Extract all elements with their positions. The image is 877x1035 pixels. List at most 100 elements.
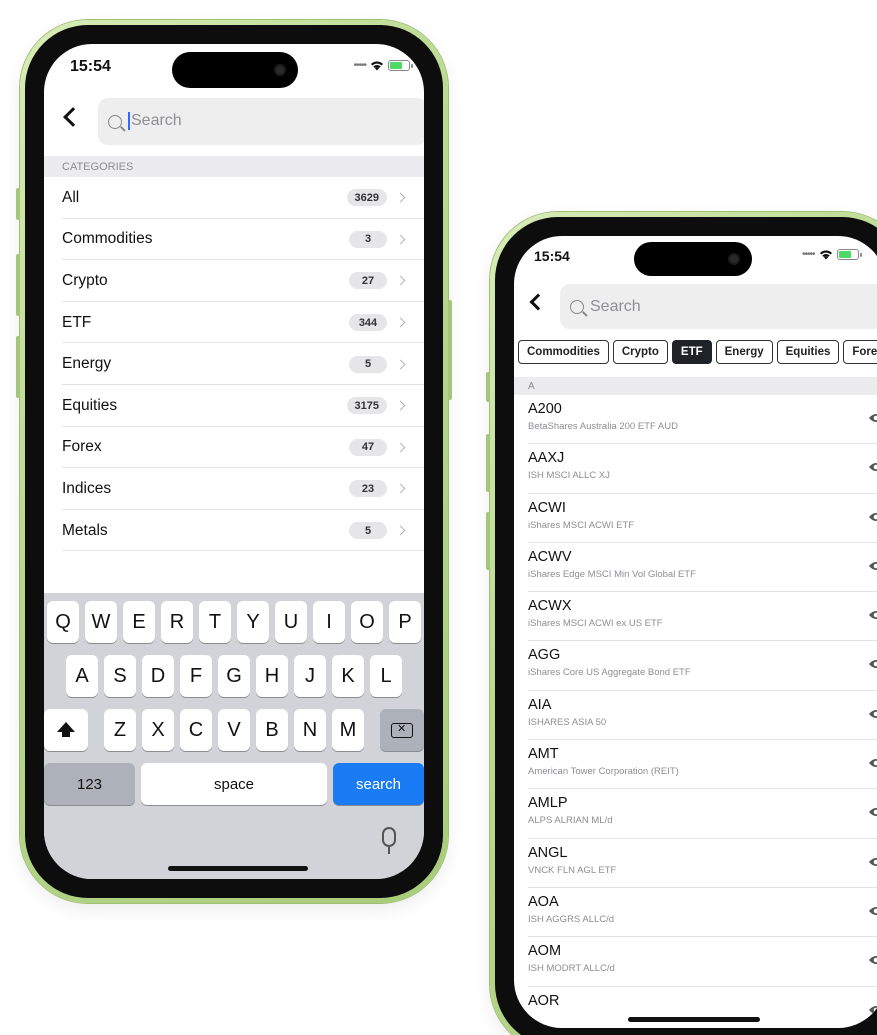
search-input[interactable]: Search — [98, 98, 424, 145]
keyboard-row-2: ASDFGHJKL — [44, 655, 424, 697]
key-a[interactable]: A — [66, 655, 98, 697]
volume-up-button — [16, 254, 20, 316]
key-z[interactable]: Z — [104, 709, 136, 751]
status-time: 15:54 — [70, 58, 111, 75]
search-input[interactable]: Search — [560, 284, 877, 329]
chip-energy[interactable]: Energy — [715, 340, 773, 364]
power-button — [448, 300, 452, 400]
category-row-etf[interactable]: ETF 344 — [44, 302, 424, 344]
chip-equities[interactable]: Equities — [776, 340, 840, 364]
category-row-commodities[interactable]: Commodities 3 — [44, 219, 424, 261]
instrument-row[interactable]: AIA ISHARES ASIA 50 — [514, 691, 877, 741]
battery-icon — [388, 60, 413, 71]
instrument-row[interactable]: AAXJ ISH MSCI ALLC XJ — [514, 444, 877, 494]
key-p[interactable]: P — [389, 601, 421, 643]
instrument-symbol: AMLP — [528, 795, 568, 812]
key-f[interactable]: F — [180, 655, 212, 697]
status-indicators: ••••• — [802, 249, 862, 260]
camera-icon — [274, 64, 286, 76]
key-s[interactable]: S — [104, 655, 136, 697]
search-key[interactable]: search — [333, 763, 424, 805]
instrument-row[interactable]: AOM ISH MODRT ALLC/d — [514, 937, 877, 987]
dynamic-island — [172, 52, 298, 88]
key-w[interactable]: W — [85, 601, 117, 643]
key-x[interactable]: X — [142, 709, 174, 751]
category-row-forex[interactable]: Forex 47 — [44, 427, 424, 469]
watch-eye-icon[interactable] — [868, 1004, 877, 1016]
chevron-right-icon — [395, 192, 406, 203]
category-row-metals[interactable]: Metals 5 — [44, 510, 424, 552]
watch-eye-icon[interactable] — [868, 954, 877, 966]
watch-eye-icon[interactable] — [868, 412, 877, 424]
key-u[interactable]: U — [275, 601, 307, 643]
instrument-row[interactable]: ANGL VNCK FLN AGL ETF — [514, 839, 877, 889]
instrument-symbol: A200 — [528, 401, 562, 417]
numbers-key[interactable]: 123 — [44, 763, 136, 805]
watch-eye-icon[interactable] — [868, 806, 877, 818]
watch-eye-icon[interactable] — [868, 757, 877, 769]
chip-forex[interactable]: Forex — [843, 340, 877, 364]
back-chevron-icon[interactable] — [63, 107, 83, 127]
instrument-row[interactable]: AMT American Tower Corporation (REIT) — [514, 740, 877, 790]
space-key[interactable]: space — [141, 763, 327, 805]
chevron-right-icon — [395, 317, 406, 328]
chip-etf[interactable]: ETF — [671, 340, 712, 364]
watch-eye-icon[interactable] — [868, 511, 877, 523]
instrument-row[interactable]: ACWI iShares MSCI ACWI ETF — [514, 494, 877, 544]
category-row-energy[interactable]: Energy 5 — [44, 343, 424, 385]
category-row-indices[interactable]: Indices 23 — [44, 468, 424, 510]
wifi-icon — [371, 61, 383, 71]
instrument-row[interactable]: AGG iShares Core US Aggregate Bond ETF — [514, 641, 877, 692]
search-placeholder: Search — [590, 297, 641, 315]
watch-eye-icon[interactable] — [868, 658, 877, 670]
key-g[interactable]: G — [218, 655, 250, 697]
key-j[interactable]: J — [294, 655, 326, 697]
home-indicator[interactable] — [628, 1017, 760, 1022]
category-row-all[interactable]: All 3629 — [44, 177, 424, 219]
key-r[interactable]: R — [161, 601, 193, 643]
phone-bezel: 15:54 ••••• Search Commodities Crypto ETF E… — [495, 217, 877, 1035]
category-label: Forex — [62, 438, 102, 456]
watch-eye-icon[interactable] — [868, 461, 877, 473]
search-icon — [570, 299, 584, 314]
category-row-crypto[interactable]: Crypto 27 — [44, 260, 424, 302]
key-k[interactable]: K — [332, 655, 364, 697]
key-c[interactable]: C — [180, 709, 212, 751]
key-i[interactable]: I — [313, 601, 345, 643]
key-l[interactable]: L — [370, 655, 402, 697]
watch-eye-icon[interactable] — [868, 560, 877, 572]
count-badge: 27 — [349, 272, 387, 290]
watch-eye-icon[interactable] — [868, 708, 877, 720]
watch-eye-icon[interactable] — [868, 905, 877, 917]
key-m[interactable]: M — [332, 709, 364, 751]
signal-dots-icon: ••••• — [802, 249, 815, 260]
backspace-key[interactable] — [380, 709, 424, 751]
key-y[interactable]: Y — [237, 601, 269, 643]
shift-key[interactable] — [44, 709, 88, 751]
instrument-row[interactable]: A200 BetaShares Australia 200 ETF AUD — [514, 395, 877, 445]
chip-crypto[interactable]: Crypto — [612, 340, 668, 364]
key-h[interactable]: H — [256, 655, 288, 697]
category-chips: CommoditiesCryptoETFEnergyEquitiesForex — [518, 340, 877, 364]
key-n[interactable]: N — [294, 709, 326, 751]
watch-eye-icon[interactable] — [868, 609, 877, 621]
microphone-icon[interactable] — [382, 827, 396, 854]
key-b[interactable]: B — [256, 709, 288, 751]
key-e[interactable]: E — [123, 601, 155, 643]
instrument-row[interactable]: ACWV iShares Edge MSCI Min Vol Global ETF — [514, 543, 877, 593]
key-d[interactable]: D — [142, 655, 174, 697]
watch-eye-icon[interactable] — [868, 856, 877, 868]
key-q[interactable]: Q — [47, 601, 79, 643]
key-o[interactable]: O — [351, 601, 383, 643]
instrument-name: ISH AGGRS ALLC/d — [528, 913, 615, 925]
home-indicator[interactable] — [168, 866, 308, 871]
instrument-row[interactable]: ACWX iShares MSCI ACWI ex US ETF — [514, 592, 877, 642]
chip-commodities[interactable]: Commodities — [518, 340, 609, 364]
category-row-equities[interactable]: Equities 3175 — [44, 385, 424, 427]
back-chevron-icon[interactable] — [529, 293, 547, 311]
key-v[interactable]: V — [218, 709, 250, 751]
instrument-row[interactable]: AOA ISH AGGRS ALLC/d — [514, 888, 877, 938]
instrument-row[interactable]: AMLP ALPS ALRIAN ML/d — [514, 789, 877, 839]
search-placeholder: Search — [131, 112, 182, 130]
key-t[interactable]: T — [199, 601, 231, 643]
